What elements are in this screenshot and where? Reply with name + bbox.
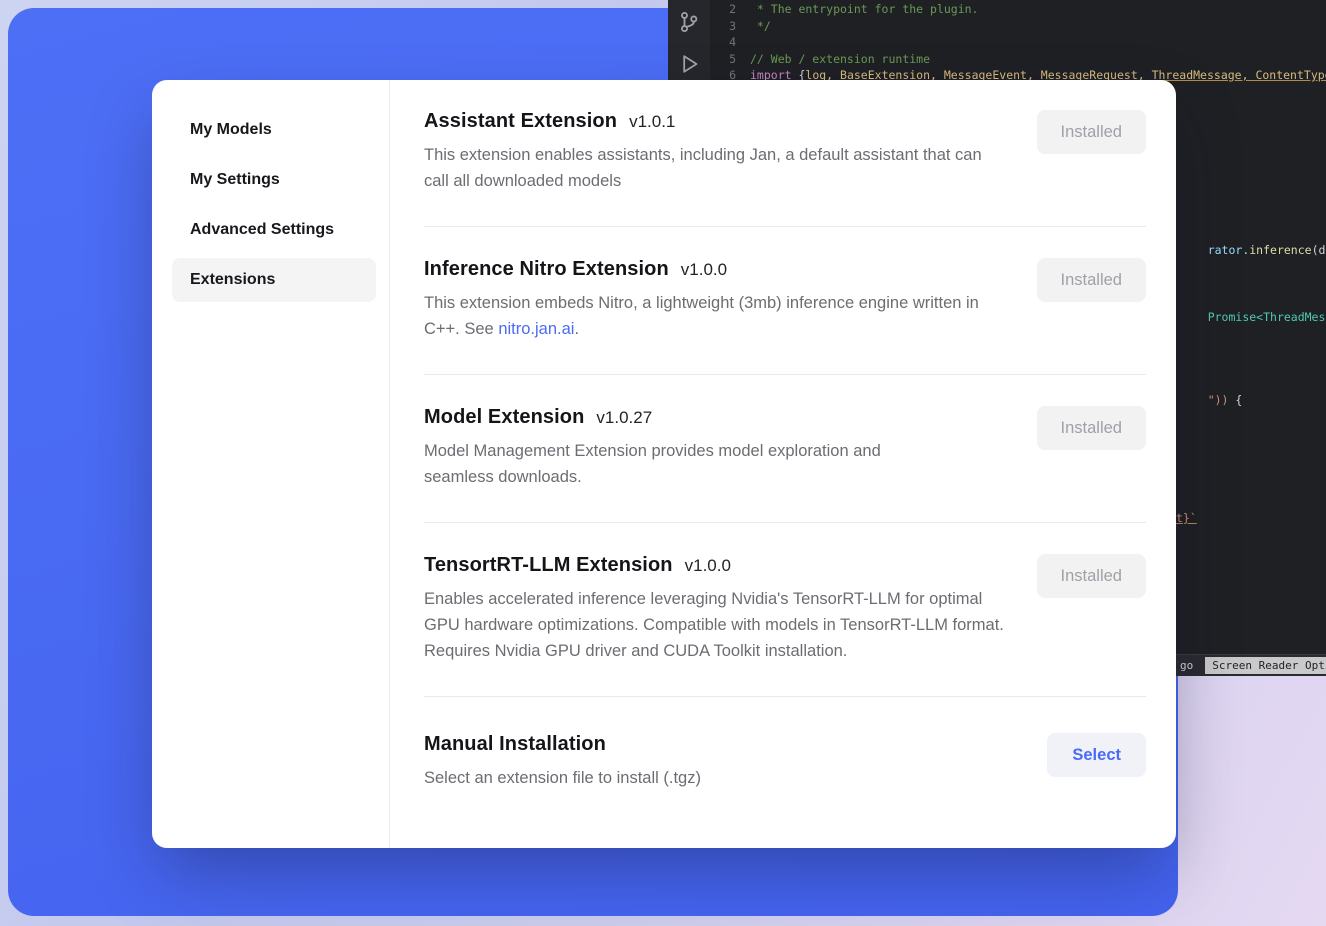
extension-name: Assistant Extension <box>424 110 617 133</box>
sidebar-item-label: My Models <box>190 121 272 139</box>
extension-title-line: Assistant Extension v1.0.1 <box>424 110 1017 133</box>
code-args: (data)); <box>1312 243 1326 257</box>
extension-info: Model Extension v1.0.27 Model Management… <box>424 406 1017 490</box>
run-debug-icon[interactable] <box>677 52 701 76</box>
extension-row-inference-nitro: Inference Nitro Extension v1.0.0 This ex… <box>424 227 1146 375</box>
nitro-jan-ai-link[interactable]: nitro.jan.ai <box>498 320 574 338</box>
sidebar-item-label: Advanced Settings <box>190 221 334 239</box>
extension-name: Model Extension <box>424 406 584 429</box>
line-number: 3 <box>710 18 736 35</box>
extension-version: v1.0.0 <box>685 556 731 576</box>
code-comment: // Web / extension runtime <box>750 51 930 68</box>
installed-button[interactable]: Installed <box>1037 554 1146 598</box>
line-number: 2 <box>710 1 736 18</box>
sidebar-item-extensions[interactable]: Extensions <box>172 258 376 302</box>
extension-name: TensortRT-LLM Extension <box>424 554 673 577</box>
extension-description: Enables accelerated inference leveraging… <box>424 586 1004 664</box>
code-line: 5 // Web / extension runtime <box>710 51 1326 68</box>
description-text: . <box>574 320 579 338</box>
extension-row-assistant: Assistant Extension v1.0.1 This extensio… <box>424 80 1146 227</box>
code-comment: */ <box>750 18 771 35</box>
code-comment: * The entrypoint for the plugin. <box>750 1 978 18</box>
code-line: 4 <box>710 34 1326 51</box>
installed-button[interactable]: Installed <box>1037 406 1146 450</box>
source-control-icon[interactable] <box>677 10 701 34</box>
sidebar-item-my-models[interactable]: My Models <box>172 108 376 152</box>
line-number: 4 <box>710 34 736 51</box>
select-file-button[interactable]: Select <box>1047 733 1146 777</box>
sidebar-item-advanced-settings[interactable]: Advanced Settings <box>172 208 376 252</box>
sidebar-item-my-settings[interactable]: My Settings <box>172 158 376 202</box>
manual-installation-title: Manual Installation <box>424 733 1027 756</box>
code-line: 2 * The entrypoint for the plugin. <box>710 1 1326 18</box>
extension-info: Manual Installation Select an extension … <box>424 733 1027 791</box>
extension-row-model: Model Extension v1.0.27 Model Management… <box>424 375 1146 523</box>
code-fragment: ")) { <box>1180 379 1242 421</box>
status-item-go[interactable]: go <box>1180 659 1193 672</box>
screen-reader-optimized-badge[interactable]: Screen Reader Optimized <box>1205 657 1326 674</box>
extensions-list: Assistant Extension v1.0.1 This extensio… <box>390 80 1176 848</box>
extension-version: v1.0.27 <box>596 408 652 428</box>
extension-title-line: Inference Nitro Extension v1.0.0 <box>424 258 1017 281</box>
installed-button[interactable]: Installed <box>1037 258 1146 302</box>
manual-installation-row: Manual Installation Select an extension … <box>424 697 1146 823</box>
manual-installation-description: Select an extension file to install (.tg… <box>424 765 1004 791</box>
extension-description: This extension embeds Nitro, a lightweig… <box>424 290 1004 342</box>
code-punctuation: { <box>1228 393 1242 407</box>
extension-info: Assistant Extension v1.0.1 This extensio… <box>424 110 1017 194</box>
code-line: 3 */ <box>710 18 1326 35</box>
extension-title-line: Model Extension v1.0.27 <box>424 406 1017 429</box>
settings-sidebar: My Models My Settings Advanced Settings … <box>152 80 390 848</box>
extension-title-line: TensortRT-LLM Extension v1.0.0 <box>424 554 1017 577</box>
code-string: ")) <box>1208 393 1229 407</box>
extension-version: v1.0.1 <box>629 112 675 132</box>
extension-row-tensorrt-llm: TensortRT-LLM Extension v1.0.0 Enables a… <box>424 523 1146 697</box>
extension-name: Manual Installation <box>424 733 606 756</box>
extension-version: v1.0.0 <box>681 260 727 280</box>
extension-description: This extension enables assistants, inclu… <box>424 142 1004 194</box>
extension-info: Inference Nitro Extension v1.0.0 This ex… <box>424 258 1017 342</box>
code-type: Promise<ThreadMessage> <box>1208 310 1326 324</box>
code-identifier: rator. <box>1208 243 1250 257</box>
code-fragment: Promise<ThreadMessage> <box>1180 296 1326 338</box>
extension-info: TensortRT-LLM Extension v1.0.0 Enables a… <box>424 554 1017 664</box>
code-fragment: t}` <box>1176 511 1197 525</box>
installed-button[interactable]: Installed <box>1037 110 1146 154</box>
code-method: inference <box>1249 243 1311 257</box>
settings-modal: My Models My Settings Advanced Settings … <box>152 80 1176 848</box>
extension-description: Model Management Extension provides mode… <box>424 438 944 490</box>
sidebar-item-label: Extensions <box>190 271 275 289</box>
extension-name: Inference Nitro Extension <box>424 258 669 281</box>
line-number: 5 <box>710 51 736 68</box>
code-fragment: rator.inference(data)); <box>1180 229 1326 271</box>
code-area: 2 * The entrypoint for the plugin. 3 */ … <box>710 1 1326 84</box>
sidebar-item-label: My Settings <box>190 171 280 189</box>
